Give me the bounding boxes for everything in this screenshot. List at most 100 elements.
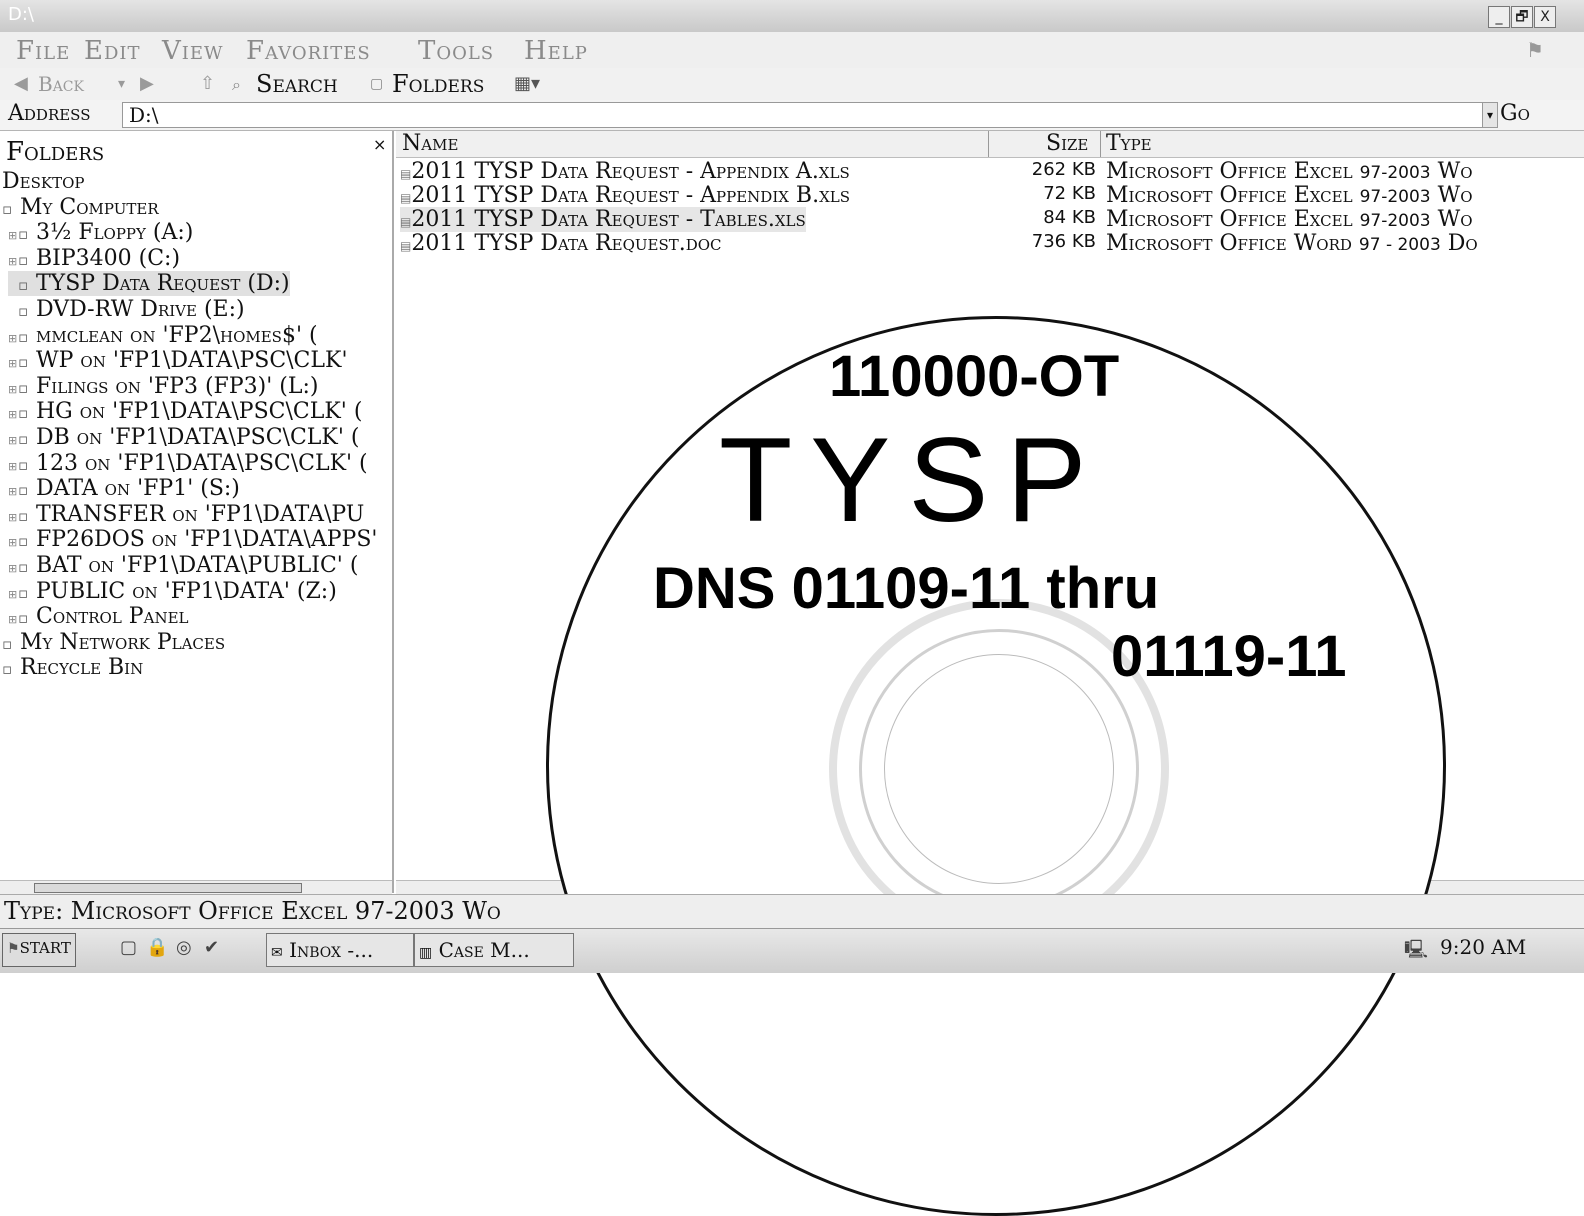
- menu-edit[interactable]: Edit: [84, 36, 141, 66]
- tree-item[interactable]: ⊞▫ DATA on 'FP1' (S:): [8, 476, 240, 501]
- cd-handwriting-line1: 110000-OT: [829, 344, 1120, 409]
- file-name-cell[interactable]: ▤2011 TYSP Data Request - Tables.xls: [400, 207, 806, 232]
- back-button[interactable]: Back: [38, 72, 84, 96]
- tree-item[interactable]: Desktop: [2, 169, 84, 194]
- desktop-quicklaunch-icon[interactable]: ▢: [120, 937, 137, 958]
- tree-item[interactable]: ⊞▫ TRANSFER on 'FP1\DATA\PU: [8, 502, 364, 527]
- tree-item[interactable]: ▫ My Network Places: [2, 630, 225, 655]
- network-tray-icon[interactable]: 🖳: [1404, 937, 1428, 967]
- tree-item[interactable]: ⊞▫ HG on 'FP1\DATA\PSC\CLK' (: [8, 399, 362, 424]
- minimize-button[interactable]: _: [1488, 6, 1510, 28]
- expand-icon[interactable]: ⊞: [8, 357, 18, 370]
- taskbar-case[interactable]: ▥ Case M...: [414, 933, 574, 967]
- file-name: 2011 TYSP Data Request - Tables.xls: [411, 207, 806, 232]
- cd-handwriting-line3: DNS 01109-11 thru: [653, 556, 1160, 621]
- go-button[interactable]: Go: [1500, 101, 1530, 126]
- tree-item[interactable]: ▫ TYSP Data Request (D:): [8, 271, 290, 297]
- file-type-prefix: Microsoft Office Excel: [1106, 159, 1360, 184]
- tree-item[interactable]: ⊞▫ PUBLIC on 'FP1\DATA' (Z:): [8, 579, 337, 604]
- forward-arrow-icon[interactable]: ▶: [140, 73, 154, 94]
- menu-file[interactable]: File: [16, 36, 70, 66]
- column-divider[interactable]: [1100, 131, 1101, 157]
- start-button[interactable]: ⚑start: [2, 933, 76, 967]
- file-type-version: 97 - 2003: [1358, 235, 1441, 255]
- expand-icon[interactable]: ⊞: [8, 511, 18, 524]
- expand-icon[interactable]: ⊞: [8, 229, 18, 242]
- views-icon[interactable]: ▦▾: [514, 73, 540, 94]
- expand-icon[interactable]: ⊞: [8, 588, 18, 601]
- file-row[interactable]: ▤2011 TYSP Data Request.doc 736 KB Microso…: [396, 231, 1584, 256]
- address-dropdown-icon[interactable]: ▾: [1482, 102, 1498, 128]
- column-divider[interactable]: [988, 131, 989, 157]
- folders-scrollbar[interactable]: [0, 880, 392, 895]
- file-type-suffix: Wo: [1430, 207, 1473, 232]
- expand-icon[interactable]: ⊞: [8, 562, 18, 575]
- file-row[interactable]: ▤2011 TYSP Data Request - Appendix A.xls…: [396, 159, 1584, 184]
- file-name-cell[interactable]: ▤2011 TYSP Data Request - Appendix B.xls: [400, 183, 850, 208]
- file-name-cell[interactable]: ▤2011 TYSP Data Request - Appendix A.xls: [400, 159, 850, 184]
- folders-button[interactable]: Folders: [392, 70, 484, 98]
- tree-item[interactable]: ▫ My Computer: [2, 195, 159, 220]
- address-input[interactable]: D:\: [122, 102, 1484, 128]
- chevron-down-icon[interactable]: ▾: [118, 76, 125, 92]
- tree-item-label: mmclean on 'FP2\homes$' (: [36, 322, 318, 348]
- column-type[interactable]: Type: [1106, 131, 1152, 156]
- tree-item[interactable]: ⊞▫ DB on 'FP1\DATA\PSC\CLK' (: [8, 425, 359, 450]
- network-drive-icon: ▫: [18, 532, 29, 551]
- tree-item[interactable]: ⊞▫ WP on 'FP1\DATA\PSC\CLK': [8, 348, 348, 373]
- expand-icon[interactable]: ⊞: [8, 408, 18, 421]
- close-button[interactable]: X: [1534, 6, 1556, 28]
- checkmark-icon[interactable]: ✔: [204, 937, 219, 958]
- expand-icon[interactable]: ⊞: [8, 613, 18, 626]
- expand-icon[interactable]: ⊞: [8, 485, 18, 498]
- tree-item[interactable]: ⊞▫ Control Panel: [8, 604, 188, 629]
- tree-item-label: DATA on 'FP1' (S:): [36, 476, 240, 502]
- tree-item-label: WP on 'FP1\DATA\PSC\CLK': [36, 348, 348, 374]
- tree-item-label: Desktop: [2, 169, 85, 194]
- browser-icon[interactable]: ◎: [176, 937, 192, 958]
- computer-icon: ▫: [2, 199, 13, 218]
- tree-item[interactable]: ⊞▫ FP26DOS on 'FP1\DATA\APPS': [8, 527, 377, 552]
- menu-view[interactable]: View: [162, 36, 224, 66]
- close-icon[interactable]: ×: [373, 135, 386, 154]
- tree-item[interactable]: ⊞▫ BIP3400 (C:): [8, 246, 180, 271]
- taskbar-inbox[interactable]: ✉ Inbox -...: [266, 933, 414, 967]
- file-type-suffix: Wo: [1430, 183, 1473, 208]
- scrollbar-thumb[interactable]: [34, 883, 302, 893]
- expand-icon[interactable]: ⊞: [8, 536, 18, 549]
- search-button[interactable]: Search: [256, 70, 338, 98]
- menu-help[interactable]: Help: [524, 36, 588, 66]
- expand-icon[interactable]: ⊞: [8, 383, 18, 396]
- column-name[interactable]: Name: [402, 131, 458, 156]
- expand-icon[interactable]: ⊞: [8, 434, 18, 447]
- file-size: 262 KB: [1031, 159, 1096, 180]
- column-size[interactable]: Size: [1046, 131, 1088, 156]
- tree-item-label: TRANSFER on 'FP1\DATA\PU: [36, 501, 365, 527]
- tree-item[interactable]: ⊞▫ BAT on 'FP1\DATA\PUBLIC' (: [8, 553, 358, 578]
- expand-icon[interactable]: ⊞: [8, 332, 18, 345]
- menu-favorites[interactable]: Favorites: [246, 36, 371, 66]
- expand-icon[interactable]: ⊞: [8, 460, 18, 473]
- tree-item-label: Recycle Bin: [20, 655, 144, 681]
- address-label: Address: [8, 101, 91, 126]
- tree-item[interactable]: ⊞▫ mmclean on 'FP2\homes$' (: [8, 323, 318, 348]
- tree-item-label: TYSP Data Request (D:): [36, 271, 290, 297]
- file-row[interactable]: ▤2011 TYSP Data Request - Appendix B.xls…: [396, 183, 1584, 208]
- clock: 9:20 AM: [1440, 935, 1527, 959]
- folders-pane: Folders × Desktop ▫ My Computer ⊞▫ 3½ Floppy…: [0, 131, 394, 893]
- tree-item[interactable]: ▫ Recycle Bin: [2, 655, 143, 680]
- tree-item[interactable]: ⊞▫ 123 on 'FP1\DATA\PSC\CLK' (: [8, 451, 368, 476]
- tree-item-label: HG on 'FP1\DATA\PSC\CLK' (: [36, 399, 363, 425]
- menu-tools[interactable]: Tools: [418, 36, 494, 66]
- expand-icon[interactable]: ⊞: [8, 255, 18, 268]
- tree-item[interactable]: ▫ DVD-RW Drive (E:): [8, 297, 245, 322]
- lock-icon[interactable]: 🔒: [146, 937, 168, 958]
- file-type: Microsoft Office Word 97 - 2003 Do: [1106, 231, 1478, 256]
- file-name-cell[interactable]: ▤2011 TYSP Data Request.doc: [400, 231, 722, 256]
- tree-item[interactable]: ⊞▫ Filings on 'FP3 (FP3)' (L:): [8, 374, 318, 399]
- restore-button[interactable]: 🗗: [1511, 6, 1533, 28]
- tree-item-label: My Computer: [20, 194, 159, 220]
- tree-item[interactable]: ⊞▫ 3½ Floppy (A:): [8, 220, 193, 245]
- file-row[interactable]: ▤2011 TYSP Data Request - Tables.xls 84 K…: [396, 207, 1584, 232]
- up-folder-icon[interactable]: ⇧: [200, 73, 215, 94]
